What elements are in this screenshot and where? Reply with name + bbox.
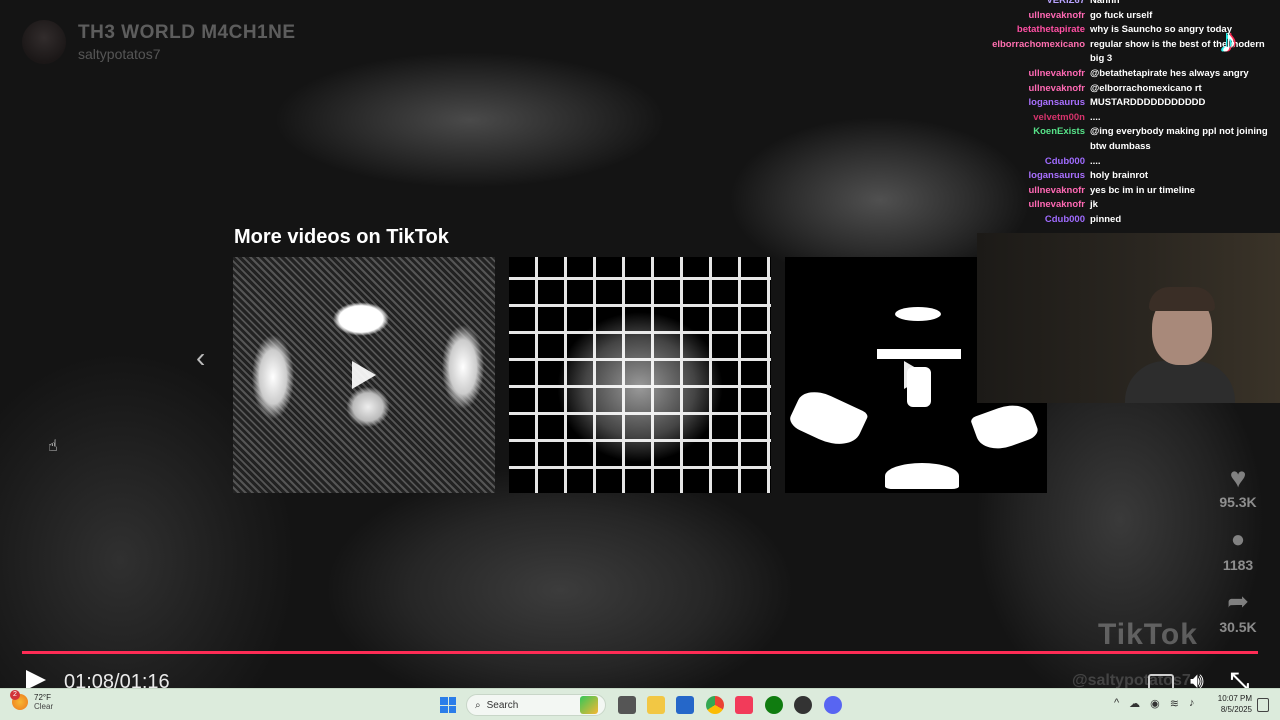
weather-badge: 2 [10, 690, 20, 700]
wifi-icon[interactable]: ≋ [1170, 697, 1179, 710]
chat-text: yes bc im in ur timeline [1090, 184, 1196, 196]
microphone-icon[interactable]: ◉ [1150, 697, 1160, 710]
search-placeholder: Search [486, 699, 519, 711]
play-button[interactable] [26, 670, 46, 690]
chat-message: Cdub000 pinned [990, 213, 1280, 226]
taskbar-clock[interactable]: 10:07 PM 8/5/2025 [1212, 693, 1252, 715]
search-icon: ⌕ [475, 699, 481, 711]
comments-count: 1183 [1222, 557, 1254, 573]
chat-username[interactable]: VERIZ67 [990, 0, 1090, 9]
weather-description: Clear [34, 702, 54, 711]
channel-title: TH3 WORLD M4CH1NE [78, 22, 296, 43]
chat-text: @elborrachomexicano rt [1090, 82, 1202, 94]
chat-message: ullnevaknofr jk [990, 198, 1280, 213]
share-icon[interactable]: ➦ [1220, 586, 1256, 617]
video-thumbnail-1[interactable] [233, 257, 495, 493]
chat-message: ullnevaknofr yes bc im in ur timeline [990, 184, 1280, 199]
progress-bar[interactable] [22, 651, 1258, 654]
cloud-icon[interactable]: ☁ [1129, 697, 1140, 710]
chat-username[interactable]: Cdub000 [990, 213, 1090, 226]
chat-message: VERIZ67 Nahhh [990, 0, 1280, 9]
tiktok-watermark: TikTok [1098, 618, 1198, 651]
chat-message: velvetm00n.... [990, 111, 1280, 126]
chat-text: pinned [1090, 213, 1122, 225]
file-explorer-icon[interactable] [647, 696, 665, 714]
chat-username[interactable]: ullnevaknofr [990, 67, 1090, 82]
speaker-icon[interactable]: ♪ [1189, 697, 1195, 710]
chat-username[interactable]: ullnevaknofr [990, 198, 1090, 213]
clock-date: 8/5/2025 [1220, 705, 1252, 714]
chat-text: Nahhh [1090, 0, 1120, 6]
channel-avatar[interactable] [22, 20, 66, 64]
weather-widget[interactable]: 2 72°F Clear [10, 690, 54, 711]
discord-icon[interactable] [824, 696, 842, 714]
channel-header: TH3 WORLD M4CH1NE saltypotatos7 [22, 20, 296, 64]
chat-username[interactable]: betathetapirate [990, 23, 1090, 38]
windows-start-icon[interactable] [440, 697, 456, 713]
shares-count: 30.5K [1219, 619, 1257, 635]
store-app-icon[interactable] [676, 696, 694, 714]
channel-username: saltypotatos7 [78, 46, 161, 62]
chat-username[interactable]: ullnevaknofr [990, 82, 1090, 97]
chat-message: logansaurus MUSTARDDDDDDDDDDD [990, 96, 1280, 111]
chat-message: ullnevaknofr @betathetapirate hes always … [990, 67, 1280, 82]
likes-count: 95.3K [1219, 494, 1257, 510]
chat-message: logansaurus holy brainrot [990, 169, 1280, 184]
tiktok-logo-icon: ♪ [1220, 22, 1237, 60]
webcam-overlay [977, 233, 1280, 403]
chat-message: ullnevaknofr go fuck urself [990, 9, 1280, 24]
clock-time: 10:07 PM [1217, 694, 1252, 703]
windows-taskbar: 2 72°F Clear ⌕ Search ^ ☁ ◉ ≋ ♪ 10:07 PM… [0, 688, 1280, 720]
comment-icon[interactable]: ● [1220, 526, 1256, 554]
task-view-icon[interactable] [618, 696, 636, 714]
play-icon [352, 361, 376, 389]
notification-icon[interactable] [1257, 698, 1269, 712]
chat-text: @ing everybody making ppl not joining bt… [1090, 126, 1268, 152]
chevron-up-icon[interactable]: ^ [1114, 697, 1119, 710]
chat-username[interactable]: ullnevaknofr [990, 9, 1090, 24]
chrome-icon[interactable] [706, 696, 724, 714]
chat-username[interactable]: logansaurus [990, 96, 1090, 111]
more-videos-title: More videos on TikTok [234, 226, 449, 248]
chat-username[interactable]: logansaurus [990, 169, 1090, 184]
chat-text: .... [1090, 155, 1101, 167]
chat-text: @betathetapirate hes always angry [1090, 67, 1249, 79]
chat-username[interactable]: elborrachomexicano [990, 38, 1090, 67]
heart-icon[interactable]: ♥ [1220, 462, 1256, 494]
chat-username[interactable]: Cdub000 [990, 155, 1090, 170]
previous-arrow-icon[interactable]: ‹ [196, 342, 205, 374]
play-icon [904, 361, 928, 389]
widgets-app-icon[interactable] [580, 696, 598, 714]
weather-temperature: 72°F [34, 693, 51, 702]
chat-message: KoenExists @ing everybody making ppl not … [990, 125, 1280, 154]
weather-sun-icon: 2 [10, 690, 28, 710]
obs-icon[interactable] [794, 696, 812, 714]
chat-text: go fuck urself [1090, 9, 1153, 21]
chat-text: .... [1090, 111, 1101, 123]
chat-username[interactable]: ullnevaknofr [990, 184, 1090, 199]
chat-message: Cdub000.... [990, 155, 1280, 170]
music-app-icon[interactable] [735, 696, 753, 714]
chat-message: ullnevaknofr @elborrachomexicano rt [990, 82, 1280, 97]
chat-text: MUSTARDDDDDDDDDDD [1090, 97, 1206, 109]
xbox-icon[interactable] [765, 696, 783, 714]
system-tray: ^ ☁ ◉ ≋ ♪ [1114, 697, 1195, 710]
chat-text: holy brainrot [1090, 170, 1149, 182]
chat-text: jk [1090, 199, 1098, 211]
video-thumbnail-2[interactable] [509, 257, 771, 493]
chat-username[interactable]: KoenExists [990, 125, 1090, 154]
chat-username[interactable]: velvetm00n [990, 111, 1090, 126]
mouse-cursor-icon: ☝ [48, 438, 58, 455]
